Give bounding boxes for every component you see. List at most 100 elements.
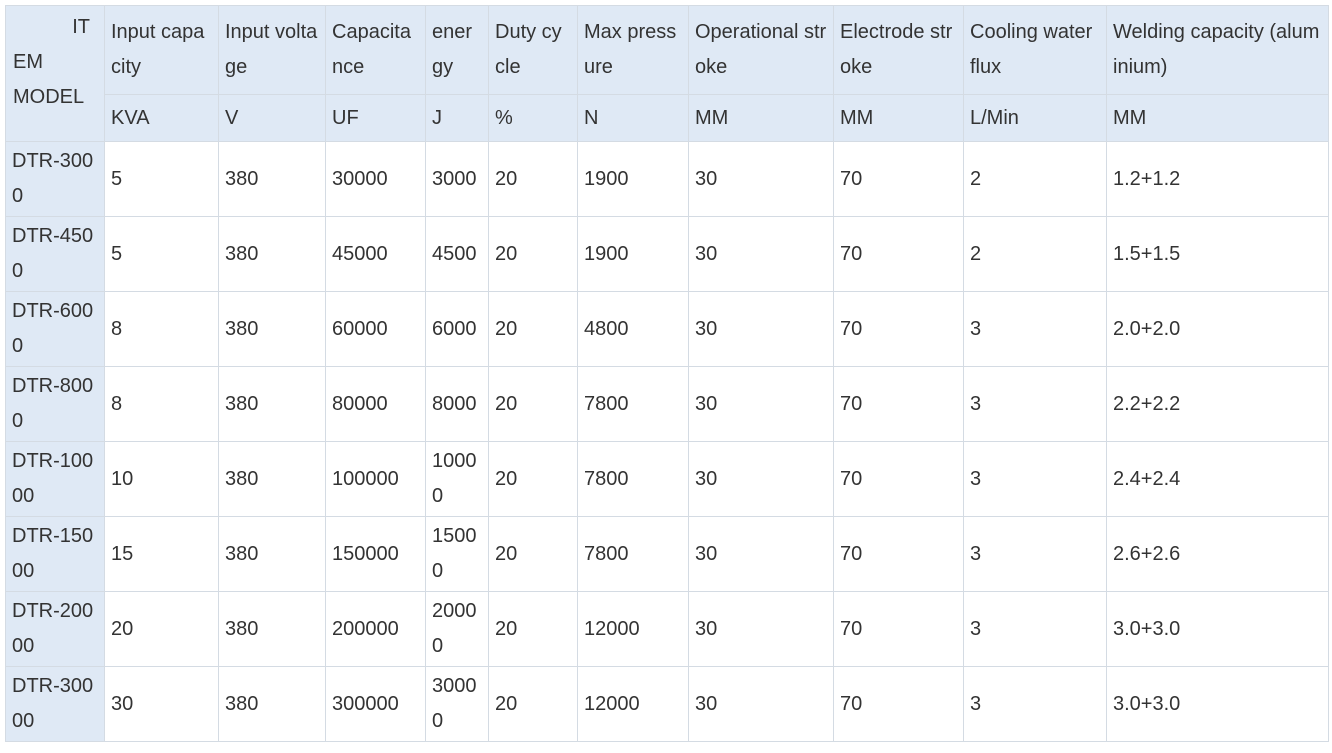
table-cell: 20 — [488, 441, 578, 517]
table-cell: 3.0+3.0 — [1106, 591, 1329, 667]
table-cell: 380 — [218, 366, 326, 442]
table-cell: 4500 — [425, 216, 489, 292]
table-cell: 5 — [104, 141, 219, 217]
table-cell: 1900 — [577, 141, 689, 217]
header-input-capacity: Input capacity — [104, 5, 219, 95]
table-cell: 380 — [218, 216, 326, 292]
unit-cell: MM — [833, 94, 964, 142]
table-cell: 70 — [833, 216, 964, 292]
table-cell: 3 — [963, 516, 1107, 592]
header-electrode-stroke: Electrode stroke — [833, 5, 964, 95]
table-cell: 2.2+2.2 — [1106, 366, 1329, 442]
header-welding-capacity: Welding capacity (aluminium) — [1106, 5, 1329, 95]
table-cell: 380 — [218, 291, 326, 367]
table-row: DTR-20000 20 380 200000 20000 20 12000 30 70 3 3.0… — [5, 591, 1329, 667]
table-cell: 20 — [488, 591, 578, 667]
table-row: DTR-4500 5 380 45000 4500 20 1900 30 70 2 1.5+1.5 — [5, 216, 1329, 292]
table-cell: 30 — [688, 216, 834, 292]
corner-header-cell: IT EM MODEL — [5, 5, 105, 142]
table-cell: 15000 — [425, 516, 489, 592]
table-cell: 2 — [963, 216, 1107, 292]
table-cell: 2.6+2.6 — [1106, 516, 1329, 592]
table-cell: 30 — [688, 291, 834, 367]
header-duty-cycle: Duty cycle — [488, 5, 578, 95]
table-cell: 3 — [963, 291, 1107, 367]
table-cell: 6000 — [425, 291, 489, 367]
model-cell: DTR-20000 — [5, 591, 105, 667]
header-max-pressure: Max pressure — [577, 5, 689, 95]
table-cell: 30 — [688, 591, 834, 667]
table-row: DTR-30000 30 380 300000 30000 20 12000 30 70 3 3.0… — [5, 666, 1329, 742]
table-body: DTR-3000 5 380 30000 3000 20 1900 30 70 2 1.2+1.2 D… — [5, 141, 1329, 742]
table-cell: 80000 — [325, 366, 426, 442]
table-cell: 300000 — [325, 666, 426, 742]
table-cell: 7800 — [577, 366, 689, 442]
table-cell: 2 — [963, 141, 1107, 217]
model-cell: DTR-10000 — [5, 441, 105, 517]
table-cell: 12000 — [577, 591, 689, 667]
table-cell: 30000 — [425, 666, 489, 742]
table-cell: 70 — [833, 516, 964, 592]
table-cell: 150000 — [325, 516, 426, 592]
corner-item-label-cont: EM — [13, 51, 43, 73]
table-cell: 3000 — [425, 141, 489, 217]
table-row: DTR-15000 15 380 150000 15000 20 7800 30 70 3 2.6+… — [5, 516, 1329, 592]
table-cell: 2.0+2.0 — [1106, 291, 1329, 367]
header-input-voltage: Input voltage — [218, 5, 326, 95]
table-cell: 380 — [218, 516, 326, 592]
table-cell: 20 — [488, 666, 578, 742]
table-cell: 30 — [688, 366, 834, 442]
table-cell: 3.0+3.0 — [1106, 666, 1329, 742]
table-cell: 7800 — [577, 441, 689, 517]
table-cell: 15 — [104, 516, 219, 592]
table-cell: 8 — [104, 366, 219, 442]
unit-cell: KVA — [104, 94, 219, 142]
table-cell: 45000 — [325, 216, 426, 292]
table-cell: 380 — [218, 666, 326, 742]
table-cell: 30 — [688, 516, 834, 592]
unit-cell: J — [425, 94, 489, 142]
unit-cell: MM — [1106, 94, 1329, 142]
table-cell: 30 — [688, 666, 834, 742]
table-cell: 200000 — [325, 591, 426, 667]
corner-model-label: MODEL — [13, 86, 85, 108]
table-row: DTR-6000 8 380 60000 6000 20 4800 30 70 3 2.0+2.0 — [5, 291, 1329, 367]
table-cell: 70 — [833, 291, 964, 367]
unit-cell: L/Min — [963, 94, 1107, 142]
header-operational-stroke: Operational stroke — [688, 5, 834, 95]
table-cell: 20 — [104, 591, 219, 667]
table-row: DTR-8000 8 380 80000 8000 20 7800 30 70 3 2.2+2.2 — [5, 366, 1329, 442]
header-row: IT EM MODEL Input capacity Input voltage… — [5, 5, 1329, 142]
table-cell: 70 — [833, 666, 964, 742]
model-cell: DTR-4500 — [5, 216, 105, 292]
table-cell: 7800 — [577, 516, 689, 592]
table-cell: 100000 — [325, 441, 426, 517]
corner-item-label: IT — [72, 16, 90, 38]
table-cell: 2.4+2.4 — [1106, 441, 1329, 517]
table-cell: 10000 — [425, 441, 489, 517]
table-cell: 1.5+1.5 — [1106, 216, 1329, 292]
table-cell: 60000 — [325, 291, 426, 367]
table-cell: 20 — [488, 291, 578, 367]
unit-cell: UF — [325, 94, 426, 142]
table-cell: 20000 — [425, 591, 489, 667]
table-cell: 20 — [488, 141, 578, 217]
spec-table: IT EM MODEL Input capacity Input voltage… — [5, 5, 1329, 742]
model-cell: DTR-6000 — [5, 291, 105, 367]
table-cell: 30 — [688, 441, 834, 517]
header-cooling-water-flux: Cooling water flux — [963, 5, 1107, 95]
table-cell: 3 — [963, 666, 1107, 742]
table-cell: 380 — [218, 591, 326, 667]
table-cell: 20 — [488, 366, 578, 442]
unit-cell: N — [577, 94, 689, 142]
table-cell: 5 — [104, 216, 219, 292]
table-cell: 8 — [104, 291, 219, 367]
table-cell: 1900 — [577, 216, 689, 292]
table-cell: 30 — [104, 666, 219, 742]
table-cell: 8000 — [425, 366, 489, 442]
table-row: DTR-3000 5 380 30000 3000 20 1900 30 70 2 1.2+1.2 — [5, 141, 1329, 217]
table-cell: 30000 — [325, 141, 426, 217]
unit-cell: % — [488, 94, 578, 142]
model-cell: DTR-30000 — [5, 666, 105, 742]
model-cell: DTR-15000 — [5, 516, 105, 592]
